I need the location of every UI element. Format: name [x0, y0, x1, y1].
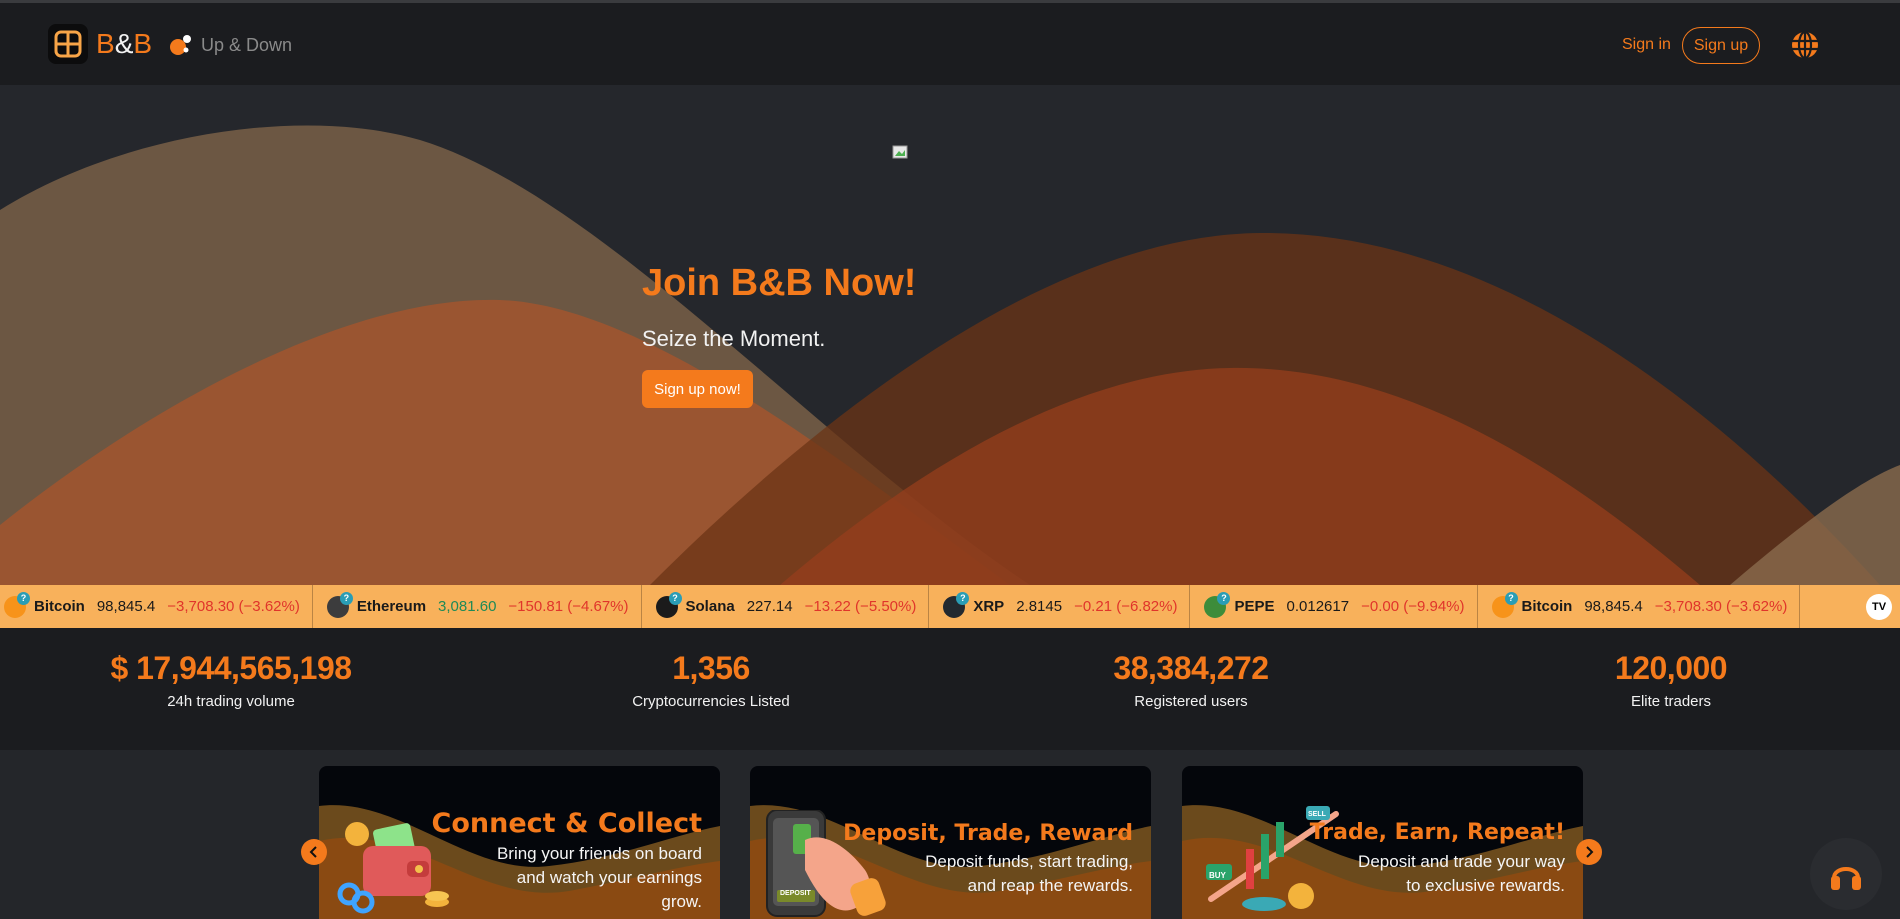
unknown-symbol-icon: ?: [1504, 591, 1518, 605]
ticker-change: −13.22 (−5.50%): [804, 598, 917, 615]
unknown-symbol-icon: ?: [1217, 591, 1231, 605]
ticker-name: PEPE: [1234, 598, 1275, 615]
logo-icon[interactable]: [48, 24, 88, 64]
ticker-price: 3,081.60: [438, 598, 497, 615]
sell-tag: SELL: [1308, 811, 1326, 818]
ticker-item[interactable]: ? Solana 227.14 −13.22 (−5.50%): [642, 585, 930, 628]
ticker-change: −3,708.30 (−3.62%): [167, 598, 300, 615]
promo-description: Deposit funds, start trading, and reap t…: [925, 850, 1133, 898]
tradingview-badge[interactable]: TV: [1866, 594, 1892, 620]
coin-icon: ?: [1204, 591, 1231, 618]
chevron-left-icon: [309, 846, 317, 858]
promo-description: Deposit and trade your way to exclusive …: [1358, 850, 1565, 898]
carousel-next-button[interactable]: [1576, 839, 1602, 865]
signup-button[interactable]: Sign up: [1682, 27, 1760, 64]
stat-label: Registered users: [1134, 693, 1248, 710]
site-header: B&B Up & Down Sign in Sign up: [0, 3, 1900, 85]
unknown-symbol-icon: ?: [339, 591, 353, 605]
logo-wordmark[interactable]: B&B: [96, 28, 152, 60]
ticker-price: 0.012617: [1286, 598, 1350, 615]
promo-title: Deposit, Trade, Reward: [843, 821, 1133, 846]
broken-image-icon: [892, 145, 908, 159]
hero-title: Join B&B Now!: [642, 262, 917, 304]
stat-cryptocurrencies: 1,356 Cryptocurrencies Listed: [561, 650, 861, 710]
ticker-price: 98,845.4: [96, 598, 156, 615]
deposit-tag: DEPOSIT: [780, 890, 811, 897]
stat-registered-users: 38,384,272 Registered users: [1041, 650, 1341, 710]
promo-desc-line: Deposit funds, start trading,: [925, 852, 1133, 871]
stat-trading-volume: $ 17,944,565,198 24h trading volume: [81, 650, 381, 710]
ticker-name: XRP: [973, 598, 1005, 615]
hero-signup-button[interactable]: Sign up now!: [642, 370, 753, 408]
ticker-price: 2.8145: [1016, 598, 1063, 615]
hero-banner: Join B&B Now! Seize the Moment. Sign up …: [0, 85, 1900, 585]
stat-label: Elite traders: [1630, 693, 1712, 710]
ticker-change: −0.21 (−6.82%): [1074, 598, 1178, 615]
unknown-symbol-icon: ?: [17, 591, 30, 605]
logo-letter-left: B: [96, 28, 115, 59]
globe-icon[interactable]: [1789, 29, 1821, 61]
stat-elite-traders: 120,000 Elite traders: [1521, 650, 1821, 710]
coin-icon: ?: [4, 591, 30, 618]
support-chat-button[interactable]: [1810, 838, 1882, 910]
chevron-right-icon: [1586, 846, 1594, 858]
stats-section: $ 17,944,565,198 24h trading volume 1,35…: [0, 628, 1900, 750]
ticker-name: Solana: [685, 598, 735, 615]
promo-carousel: Connect & Collect Bring your friends on …: [0, 750, 1900, 919]
updown-icon: [170, 35, 191, 55]
coin-icon: ?: [1491, 591, 1518, 618]
unknown-symbol-icon: ?: [668, 591, 682, 605]
ticker-name: Bitcoin: [34, 598, 85, 615]
promo-desc-line: and reap the rewards.: [967, 876, 1133, 895]
ticker-name: Ethereum: [356, 598, 427, 615]
logo-ampersand: &: [114, 28, 134, 59]
promo-desc-line: and watch your earnings: [516, 868, 702, 887]
ticker-item[interactable]: ? Ethereum 3,081.60 −150.81 (−4.67%): [313, 585, 642, 628]
stat-label: Cryptocurrencies Listed: [632, 693, 790, 710]
coin-icon: ?: [655, 591, 682, 618]
ticker-change: −150.81 (−4.67%): [508, 598, 629, 615]
promo-title: Trade, Earn, Repeat!: [1309, 820, 1565, 845]
ticker-item[interactable]: ? Bitcoin 98,845.4 −3,708.30 (−3.62%): [1478, 585, 1801, 628]
updown-link[interactable]: Up & Down: [168, 33, 292, 57]
price-ticker[interactable]: ? Bitcoin 98,845.4 −3,708.30 (−3.62%)? Ether…: [0, 585, 1900, 628]
ticker-name: Bitcoin: [1521, 598, 1573, 615]
ticker-item[interactable]: ? XRP 2.8145 −0.21 (−6.82%): [929, 585, 1191, 628]
headset-icon: [1831, 867, 1861, 890]
ticker-item[interactable]: ? Bitcoin 98,845.4 −3,708.30 (−3.62%): [0, 585, 313, 628]
logo-letter-right: B: [133, 28, 153, 59]
promo-description: Bring your friends on board and watch yo…: [497, 842, 702, 914]
promo-desc-line: grow.: [661, 892, 702, 911]
ticker-item[interactable]: ? PEPE 0.012617 −0.00 (−9.94%): [1190, 585, 1478, 628]
promo-desc-line: to exclusive rewards.: [1406, 876, 1565, 895]
ticker-track: ? Bitcoin 98,845.4 −3,708.30 (−3.62%)? Ether…: [0, 585, 1801, 628]
unknown-symbol-icon: ?: [956, 591, 970, 605]
hero-subtitle: Seize the Moment.: [642, 326, 826, 351]
updown-label: Up & Down: [201, 34, 293, 55]
ticker-change: −0.00 (−9.94%): [1361, 598, 1465, 615]
hero-wave-background: [0, 125, 1900, 585]
ticker-price: 98,845.4: [1584, 598, 1643, 615]
carousel-prev-button[interactable]: [301, 839, 327, 865]
promo-desc-line: Deposit and trade your way: [1358, 852, 1565, 871]
stat-label: 24h trading volume: [167, 693, 295, 710]
stat-value: $ 17,944,565,198: [110, 650, 352, 686]
coin-icon: ?: [943, 591, 970, 618]
promo-title: Connect & Collect: [431, 808, 702, 839]
signin-link[interactable]: Sign in: [1622, 36, 1671, 54]
promo-card-connect[interactable]: Connect & Collect Bring your friends on …: [319, 766, 720, 919]
promo-card-deposit[interactable]: DEPOSIT Deposit, Trade, Reward Deposit f…: [750, 766, 1151, 919]
ticker-change: −3,708.30 (−3.62%): [1654, 598, 1788, 615]
buy-tag: BUY: [1209, 871, 1226, 880]
ticker-price: 227.14: [746, 598, 793, 615]
stat-value: 1,356: [672, 650, 750, 686]
promo-card-trade[interactable]: BUY SELL Trade, Earn, Repeat! Deposit an…: [1182, 766, 1583, 919]
stat-value: 120,000: [1614, 650, 1728, 686]
stat-value: 38,384,272: [1113, 650, 1269, 686]
coin-icon: ?: [326, 591, 353, 618]
promo-desc-line: Bring your friends on board: [496, 844, 702, 863]
